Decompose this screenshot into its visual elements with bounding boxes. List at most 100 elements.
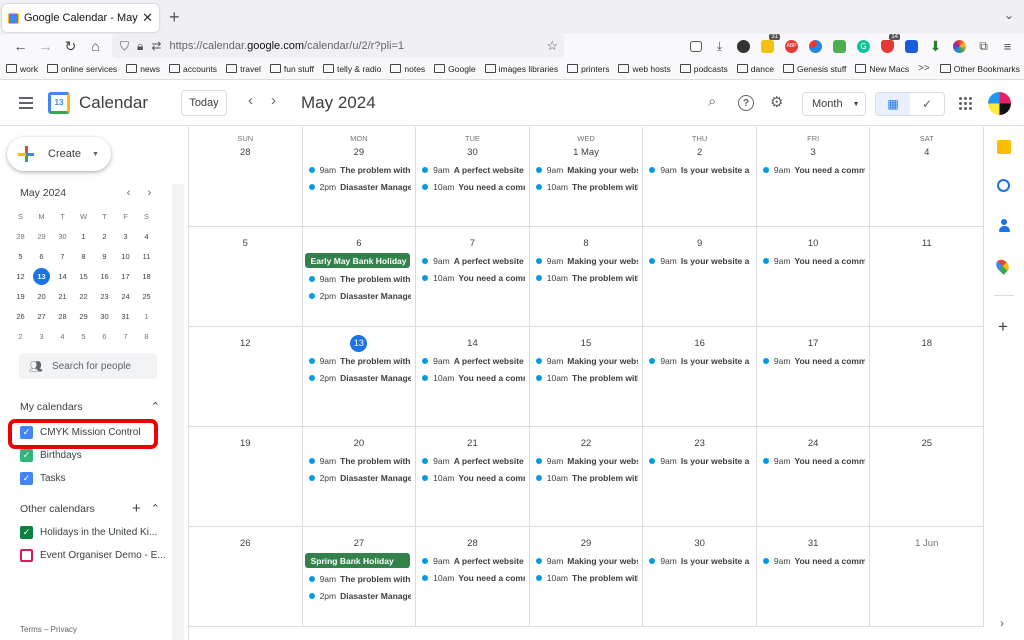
day-number[interactable]: 18 — [870, 334, 983, 352]
mini-day[interactable]: 18 — [136, 266, 157, 286]
event-chip[interactable]: 9am You need a commu — [757, 161, 865, 178]
day-cell[interactable]: 13 9am The problem with F 2pm Diasaster Mana… — [303, 327, 417, 426]
bookmark-folder[interactable]: accounts — [169, 64, 217, 74]
back-button[interactable]: ← — [8, 38, 33, 54]
event-chip[interactable]: 10am You need a comm — [416, 369, 525, 386]
event-chip[interactable]: 9am Making your websi — [530, 352, 638, 369]
mini-day[interactable]: 7 — [52, 246, 73, 266]
extensions-puzzle-icon[interactable]: ⧉ — [977, 39, 990, 53]
account-avatar[interactable] — [988, 92, 1011, 115]
sidebar-scrollbar[interactable] — [172, 184, 184, 640]
event-chip[interactable]: 10am The problem with — [530, 569, 638, 586]
event-chip[interactable]: 9am Making your websi — [530, 552, 638, 569]
day-number[interactable]: 11 — [870, 234, 983, 252]
event-chip[interactable]: 10am The problem with — [530, 178, 638, 195]
main-menu-icon[interactable] — [19, 96, 33, 109]
url-bar[interactable]: ⛉ 🔒︎ ⇄ https://calendar.google.com/calen… — [112, 34, 564, 58]
day-number[interactable]: 30 — [643, 534, 756, 552]
day-number[interactable]: 28 — [189, 143, 302, 161]
mini-day[interactable]: 28 — [52, 306, 73, 326]
day-number[interactable]: 14 — [416, 334, 529, 352]
day-cell[interactable]: 10 9am You need a commu — [757, 227, 871, 326]
event-chip[interactable]: 10am The problem with — [530, 469, 638, 486]
mini-day[interactable]: 27 — [31, 306, 52, 326]
bookmark-folder[interactable]: New Macs — [855, 64, 909, 74]
search-icon[interactable]: ⌕ — [708, 93, 716, 110]
mini-day[interactable]: 5 — [10, 246, 31, 266]
day-cell[interactable]: 7 9am A perfect website f 10am You need a co… — [416, 227, 530, 326]
bookmark-folder[interactable]: online services — [46, 64, 117, 74]
event-chip[interactable]: 10am You need a comm — [416, 178, 525, 195]
event-chip[interactable]: 9am The problem with F — [303, 570, 411, 587]
day-number[interactable]: 10 — [757, 234, 870, 252]
day-cell[interactable]: 28 9am A perfect website f 10am You need a c… — [416, 527, 530, 626]
get-addons-plus-icon[interactable]: + — [998, 317, 1008, 337]
day-cell[interactable]: 1 Jun — [870, 527, 985, 626]
today-marker[interactable]: 13 — [350, 334, 368, 352]
mini-day[interactable]: 19 — [10, 286, 31, 306]
day-number[interactable]: 20 — [303, 434, 416, 452]
mini-day[interactable]: 9 — [94, 246, 115, 266]
mini-day[interactable]: 4 — [136, 226, 157, 246]
bookmark-folder[interactable]: dance — [736, 64, 774, 74]
day-cell[interactable]: 16 9am Is your website a fr — [643, 327, 757, 426]
event-chip[interactable]: 9am A perfect website f — [416, 352, 525, 369]
day-cell[interactable]: 17 9am You need a commu — [757, 327, 871, 426]
pocket-icon[interactable] — [690, 40, 702, 52]
app-name[interactable]: Calendar — [79, 93, 148, 113]
day-cell[interactable]: TUE 30 9am A perfect website f 10am You need … — [416, 127, 530, 226]
previous-month-button[interactable]: ‹ — [248, 92, 253, 109]
day-cell[interactable]: 25 — [870, 427, 985, 526]
day-number[interactable]: 29 — [303, 143, 416, 161]
event-chip[interactable]: 9am The problem with F — [303, 161, 411, 178]
event-chip[interactable]: 10am The problem with — [530, 369, 638, 386]
day-cell[interactable]: 27 Spring Bank Holiday 9am The problem with… — [303, 527, 417, 626]
event-chip[interactable]: 9am A perfect website f — [416, 252, 525, 269]
mini-day[interactable]: 6 — [31, 246, 52, 266]
holiday-event-chip[interactable]: Early May Bank Holiday — [304, 253, 411, 268]
event-chip[interactable]: 9am A perfect website f — [416, 552, 525, 569]
bookmark-folder[interactable]: notes — [390, 64, 425, 74]
mini-day[interactable]: 30 — [94, 306, 115, 326]
extension-icon[interactable]: 31 — [761, 33, 780, 53]
day-number[interactable]: 2 — [643, 143, 756, 161]
event-chip[interactable]: 9am Is your website a fr — [643, 552, 752, 569]
day-cell[interactable]: 22 9am Making your websi 10am The problem wi… — [530, 427, 644, 526]
day-cell[interactable]: 12 — [189, 327, 303, 426]
event-chip[interactable]: 2pm Diasaster Manager — [303, 369, 411, 386]
day-number[interactable]: 27 — [303, 534, 416, 552]
event-chip[interactable]: 9am Making your websi — [530, 161, 638, 178]
reload-button[interactable]: ↻ — [58, 38, 83, 55]
view-selector[interactable]: Month ▼ — [802, 92, 866, 116]
other-bookmarks-folder[interactable]: Other Bookmarks — [939, 64, 1020, 74]
mini-day[interactable]: 24 — [115, 286, 136, 306]
mini-day[interactable]: 21 — [52, 286, 73, 306]
calendar-list-item[interactable]: Event Organiser Demo - E... — [20, 549, 166, 562]
mini-day[interactable]: 16 — [94, 266, 115, 286]
day-number[interactable]: 24 — [757, 434, 870, 452]
event-chip[interactable]: 10am You need a comm — [416, 569, 525, 586]
holiday-event-chip[interactable]: Spring Bank Holiday — [304, 553, 411, 568]
day-cell[interactable]: SAT 4 — [870, 127, 985, 226]
mini-day[interactable]: 2 — [94, 226, 115, 246]
day-number[interactable]: 22 — [530, 434, 643, 452]
mini-day[interactable]: 1 — [136, 306, 157, 326]
mini-day[interactable]: 3 — [31, 326, 52, 346]
event-chip[interactable]: 9am Is your website a fr — [643, 161, 752, 178]
mini-day[interactable]: 29 — [31, 226, 52, 246]
day-number[interactable]: 13 — [303, 334, 416, 352]
checkbox-checked-icon[interactable]: ✓ — [20, 526, 33, 539]
event-chip[interactable]: 9am Is your website a fr — [643, 452, 752, 469]
day-number[interactable]: 30 — [416, 143, 529, 161]
day-cell[interactable]: 21 9am A perfect website f 10am You need a c… — [416, 427, 530, 526]
bookmark-folder[interactable]: Genesis stuff — [782, 64, 846, 74]
day-cell[interactable]: 24 9am You need a commu — [757, 427, 871, 526]
calendar-logo-icon[interactable]: 13 — [48, 91, 70, 114]
mini-day[interactable]: 8 — [73, 246, 94, 266]
url-text[interactable]: https://calendar.google.com/calendar/u/2… — [169, 40, 404, 52]
day-cell[interactable]: 6 Early May Bank Holiday 9am The problem wi… — [303, 227, 417, 326]
mini-day[interactable]: 26 — [10, 306, 31, 326]
event-chip[interactable]: 2pm Diasaster Manager — [303, 178, 411, 195]
extension-icon[interactable] — [737, 39, 750, 53]
bookmark-folder[interactable]: fun stuff — [269, 64, 314, 74]
